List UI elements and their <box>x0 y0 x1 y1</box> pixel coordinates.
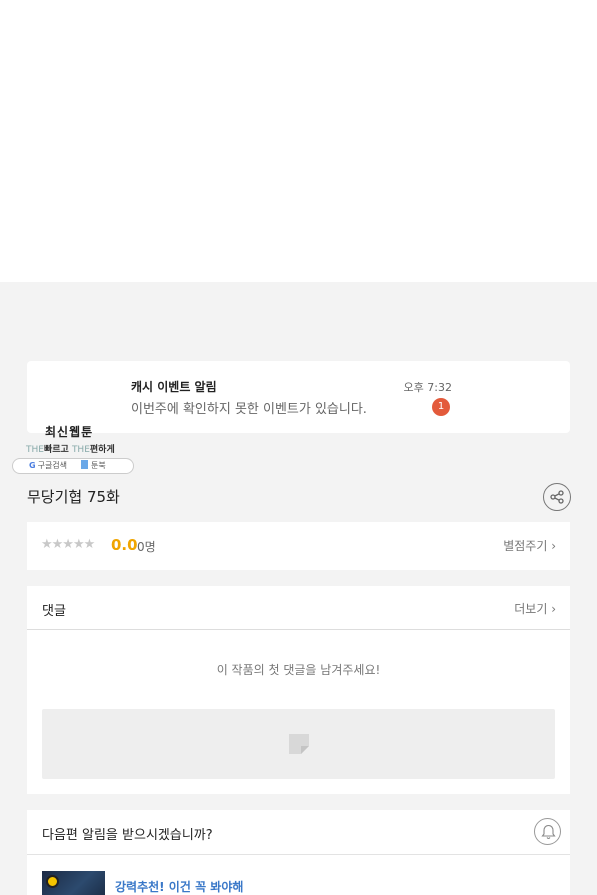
comments-header: 댓글 더보기 › <box>27 586 570 630</box>
google-icon: G <box>29 461 36 470</box>
notification-title: 캐시 이벤트 알림 <box>131 380 217 394</box>
alert-title: 다음편 알림을 받으시겠습니까? <box>42 828 213 843</box>
toonbook-link[interactable]: 툰북 <box>81 459 106 473</box>
site-logo[interactable]: 최신웹툰 THE빠르고 THE편하게 G 구글검색 툰북 <box>12 423 134 474</box>
rating-stars: ★★★★★ <box>41 537 95 552</box>
episode-title: 무당기협 75화 <box>27 488 120 506</box>
clock-icon <box>46 875 59 888</box>
recommendation-thumbnail[interactable] <box>42 871 105 895</box>
rating-votes: 0명 <box>137 540 156 554</box>
share-icon <box>550 490 564 504</box>
rating-card: ★★★★★ 0.0 0명 별점주기 › <box>27 522 570 570</box>
brand-tagline: THE빠르고 THE편하게 <box>26 442 134 455</box>
comments-empty-message: 이 작품의 첫 댓글을 남겨주세요! <box>216 663 381 677</box>
notification-time: 오후 7:32 <box>403 381 452 394</box>
brand-title: 최신웹툰 <box>45 425 94 439</box>
tagline-fast: 빠르고 <box>43 445 69 455</box>
bell-icon <box>541 824 556 840</box>
google-search-link[interactable]: G 구글검색 <box>29 459 67 473</box>
toonbook-label: 툰북 <box>91 461 106 470</box>
comments-more-link[interactable]: 더보기 › <box>514 600 556 617</box>
tagline-easy: 편하게 <box>89 445 115 455</box>
notification-badge: 1 <box>432 398 450 416</box>
notification-body: 이번주에 확인하지 못한 이벤트가 있습니다. <box>131 402 367 417</box>
tagline-the-1: THE <box>26 445 44 455</box>
next-episode-alert-card: 다음편 알림을 받으시겠습니까? 강력추천! 이건 꼭 봐야해 <box>27 810 570 895</box>
comment-input[interactable] <box>42 709 555 779</box>
comment-placeholder-icon <box>289 734 309 754</box>
recommendation-title[interactable]: 강력추천! 이건 꼭 봐야해 <box>115 878 243 895</box>
alert-header: 다음편 알림을 받으시겠습니까? <box>27 810 570 855</box>
rate-button[interactable]: 별점주기 › <box>503 537 556 554</box>
alert-subscribe-button[interactable] <box>534 818 561 845</box>
google-search-label: 구글검색 <box>37 461 68 470</box>
search-pill[interactable]: G 구글검색 툰북 <box>12 458 134 474</box>
comments-card: 댓글 더보기 › 이 작품의 첫 댓글을 남겨주세요! <box>27 586 570 794</box>
comments-title: 댓글 <box>42 604 66 619</box>
tagline-the-2: THE <box>71 445 90 455</box>
share-button[interactable] <box>543 483 571 511</box>
page-content: 캐시 이벤트 알림 이번주에 확인하지 못한 이벤트가 있습니다. 오후 7:3… <box>0 282 597 895</box>
rating-score: 0.0 <box>111 536 138 554</box>
book-icon <box>81 460 89 469</box>
blank-ad-area <box>0 0 597 282</box>
